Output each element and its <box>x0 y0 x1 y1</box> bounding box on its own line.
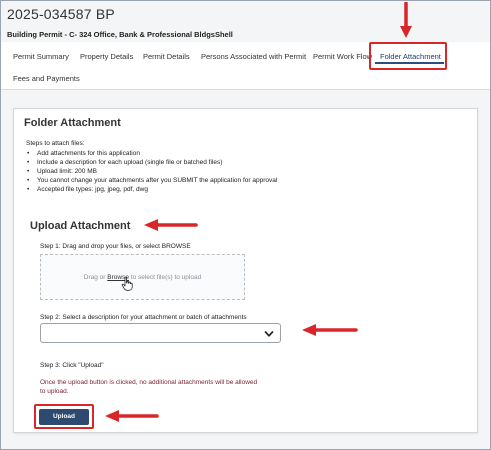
step3-label: Step 3: Click "Upload" <box>40 362 104 369</box>
tab-permit-work-flow[interactable]: Permit Work Flow <box>313 52 372 61</box>
chevron-down-icon <box>264 331 274 337</box>
upload-highlight-annotation <box>34 404 94 429</box>
list-item: You cannot change your attachments after… <box>26 176 277 185</box>
steps-intro: Steps to attach files: <box>26 140 85 147</box>
page-title: 2025-034587 BP <box>7 6 115 22</box>
tab-permit-details[interactable]: Permit Details <box>143 52 190 61</box>
red-arrow-annotation <box>144 219 198 231</box>
list-item: Add attachments for this application <box>26 149 277 158</box>
red-arrow-annotation <box>302 324 358 336</box>
hand-pointer-icon <box>121 276 133 291</box>
file-dropzone[interactable]: Drag or Browse to select file(s) to uplo… <box>40 254 245 300</box>
upload-warning: Once the upload button is clicked, no ad… <box>40 379 258 395</box>
tab-persons-associated[interactable]: Persons Associated with Permit <box>201 52 306 61</box>
step2-label: Step 2: Select a description for your at… <box>40 314 247 321</box>
tab-property-details[interactable]: Property Details <box>80 52 133 61</box>
red-arrow-annotation <box>400 2 412 38</box>
red-arrow-annotation <box>105 410 159 422</box>
tab-permit-summary[interactable]: Permit Summary <box>13 52 69 61</box>
dropzone-text: Drag or Browse to select file(s) to uplo… <box>83 274 202 281</box>
list-item: Accepted file types: jpg, jpeg, pdf, dwg <box>26 185 277 194</box>
list-item: Include a description for each upload (s… <box>26 158 277 167</box>
list-item: Upload limit: 200 MB <box>26 167 277 176</box>
tab-fees-and-payments[interactable]: Fees and Payments <box>13 74 80 83</box>
card-title: Folder Attachment <box>24 117 121 129</box>
steps-list: Add attachments for this application Inc… <box>26 149 277 194</box>
tab-highlight-annotation <box>369 42 447 70</box>
description-select[interactable] <box>40 323 281 343</box>
page-subtitle: Building Permit - C- 324 Office, Bank & … <box>7 30 233 39</box>
step1-label: Step 1: Drag and drop your files, or sel… <box>40 243 191 250</box>
upload-section-title: Upload Attachment <box>30 220 131 232</box>
